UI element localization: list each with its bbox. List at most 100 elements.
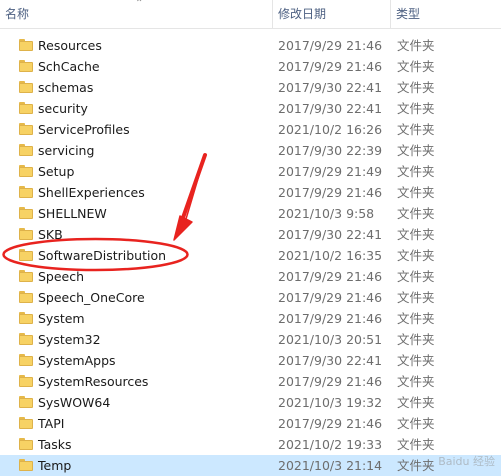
folder-icon (19, 416, 33, 429)
file-name: ShellExperiences (38, 184, 145, 200)
file-row[interactable]: Speech_OneCore 2017/9/29 21:46 文件夹 (0, 287, 501, 308)
file-modified-date: 2017/9/30 22:41 (278, 352, 383, 368)
folder-icon (19, 80, 33, 93)
column-header-bar: 名称 修改日期 类型 (0, 0, 501, 29)
file-name: Tasks (38, 436, 72, 452)
file-type: 文件夹 (397, 37, 435, 53)
folder-icon (19, 38, 33, 51)
file-type: 文件夹 (397, 373, 435, 389)
file-type: 文件夹 (397, 184, 435, 200)
folder-icon (19, 164, 33, 177)
file-row[interactable]: Setup 2017/9/29 21:49 文件夹 (0, 161, 501, 182)
folder-icon (19, 458, 33, 471)
file-row[interactable]: TAPI 2017/9/29 21:46 文件夹 (0, 413, 501, 434)
file-row[interactable]: System 2017/9/29 21:46 文件夹 (0, 308, 501, 329)
file-row[interactable]: System32 2021/10/3 20:51 文件夹 (0, 329, 501, 350)
file-name: SHELLNEW (38, 205, 107, 221)
file-type: 文件夹 (397, 100, 435, 116)
file-type: 文件夹 (397, 268, 435, 284)
file-modified-date: 2017/9/29 21:46 (278, 37, 383, 53)
file-type: 文件夹 (397, 310, 435, 326)
file-type: 文件夹 (397, 331, 435, 347)
file-modified-date: 2017/9/29 21:46 (278, 415, 383, 431)
file-name: servicing (38, 142, 95, 158)
file-modified-date: 2017/9/29 21:49 (278, 163, 383, 179)
file-name: SoftwareDistribution (38, 247, 167, 263)
file-row[interactable]: SKB 2017/9/30 22:41 文件夹 (0, 224, 501, 245)
file-modified-date: 2021/10/3 21:14 (278, 457, 383, 473)
file-modified-date: 2021/10/2 16:35 (278, 247, 383, 263)
file-row[interactable]: SchCache 2017/9/29 21:46 文件夹 (0, 56, 501, 77)
file-modified-date: 2017/9/29 21:46 (278, 268, 383, 284)
folder-icon (19, 437, 33, 450)
chevron-up-icon: ⌃ (135, 0, 144, 9)
file-name: TAPI (38, 415, 65, 431)
file-name: SysWOW64 (38, 394, 111, 410)
column-header-type[interactable]: 类型 (391, 0, 501, 28)
file-modified-date: 2017/9/30 22:41 (278, 226, 383, 242)
file-name: SKB (38, 226, 63, 242)
file-modified-date: 2017/9/29 21:46 (278, 373, 383, 389)
file-modified-date: 2021/10/2 16:26 (278, 121, 383, 137)
folder-icon (19, 248, 33, 261)
file-row[interactable]: SystemResources 2017/9/29 21:46 文件夹 (0, 371, 501, 392)
column-header-date[interactable]: 修改日期 (273, 0, 391, 28)
folder-icon (19, 59, 33, 72)
file-type: 文件夹 (397, 457, 435, 473)
file-row[interactable]: Temp 2021/10/3 21:14 文件夹 (0, 454, 501, 476)
file-type: 文件夹 (397, 163, 435, 179)
file-row[interactable]: schemas 2017/9/30 22:41 文件夹 (0, 77, 501, 98)
file-modified-date: 2021/10/3 9:58 (278, 205, 375, 221)
file-name: Speech (38, 268, 85, 284)
file-name: SystemResources (38, 373, 149, 389)
folder-icon (19, 332, 33, 345)
file-list: Resources 2017/9/29 21:46 文件夹 SchCache 2017/… (0, 35, 501, 476)
file-row[interactable]: Resources 2017/9/29 21:46 文件夹 (0, 35, 501, 56)
file-type: 文件夹 (397, 142, 435, 158)
file-row[interactable]: SystemApps 2017/9/30 22:41 文件夹 (0, 350, 501, 371)
file-modified-date: 2017/9/29 21:46 (278, 310, 383, 326)
file-modified-date: 2021/10/2 19:33 (278, 436, 383, 452)
file-type: 文件夹 (397, 247, 435, 263)
file-modified-date: 2017/9/29 21:46 (278, 289, 383, 305)
file-row[interactable]: Tasks 2021/10/2 19:33 文件夹 (0, 434, 501, 455)
folder-icon (19, 101, 33, 114)
file-name: ServiceProfiles (38, 121, 130, 137)
file-type: 文件夹 (397, 352, 435, 368)
file-row[interactable]: servicing 2017/9/30 22:39 文件夹 (0, 140, 501, 161)
file-row[interactable]: security 2017/9/30 22:41 文件夹 (0, 98, 501, 119)
file-modified-date: 2021/10/3 20:51 (278, 331, 383, 347)
watermark: Baidu 经验 (438, 455, 495, 468)
file-name: System32 (38, 331, 101, 347)
file-name: System (38, 310, 85, 326)
file-type: 文件夹 (397, 289, 435, 305)
file-name: Speech_OneCore (38, 289, 145, 305)
file-name: Temp (38, 457, 72, 473)
file-row[interactable]: SoftwareDistribution 2021/10/2 16:35 文件夹 (0, 245, 501, 266)
folder-icon (19, 143, 33, 156)
file-name: Setup (38, 163, 75, 179)
folder-icon (19, 374, 33, 387)
file-row[interactable]: SysWOW64 2021/10/3 19:32 文件夹 (0, 392, 501, 413)
file-type: 文件夹 (397, 394, 435, 410)
file-name: security (38, 100, 88, 116)
file-row[interactable]: ShellExperiences 2017/9/29 21:46 文件夹 (0, 182, 501, 203)
file-name: schemas (38, 79, 94, 95)
folder-icon (19, 227, 33, 240)
folder-icon (19, 206, 33, 219)
file-row[interactable]: SHELLNEW 2021/10/3 9:58 文件夹 (0, 203, 501, 224)
folder-icon (19, 311, 33, 324)
file-modified-date: 2017/9/30 22:39 (278, 142, 383, 158)
file-type: 文件夹 (397, 121, 435, 137)
file-name: Resources (38, 37, 102, 53)
file-row[interactable]: Speech 2017/9/29 21:46 文件夹 (0, 266, 501, 287)
file-name: SystemApps (38, 352, 116, 368)
file-modified-date: 2017/9/30 22:41 (278, 100, 383, 116)
file-modified-date: 2017/9/29 21:46 (278, 184, 383, 200)
file-row[interactable]: ServiceProfiles 2021/10/2 16:26 文件夹 (0, 119, 501, 140)
file-name: SchCache (38, 58, 100, 74)
folder-icon (19, 290, 33, 303)
folder-icon (19, 395, 33, 408)
file-modified-date: 2017/9/29 21:46 (278, 58, 383, 74)
folder-icon (19, 269, 33, 282)
